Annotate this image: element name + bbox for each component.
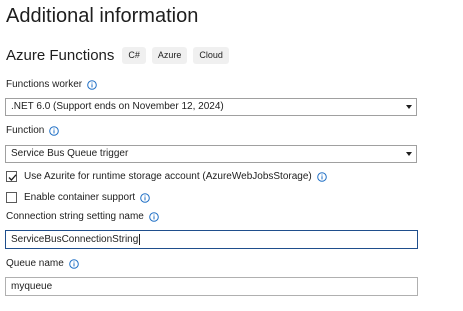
connection-string-label: Connection string setting name bbox=[6, 211, 144, 222]
connection-string-label-row: Connection string setting name bbox=[6, 211, 159, 222]
section-title: Azure Functions bbox=[6, 46, 115, 64]
info-icon[interactable] bbox=[149, 211, 159, 222]
function-selected: Service Bus Queue trigger bbox=[11, 148, 129, 159]
container-support-label: Enable container support bbox=[24, 192, 136, 203]
functions-worker-select[interactable]: .NET 6.0 (Support ends on November 12, 2… bbox=[5, 98, 417, 116]
functions-worker-selected: .NET 6.0 (Support ends on November 12, 2… bbox=[11, 101, 224, 112]
function-label: Function bbox=[6, 125, 45, 136]
queue-name-label: Queue name bbox=[6, 258, 64, 269]
tag-azure: Azure bbox=[151, 46, 188, 64]
connection-string-input[interactable]: ServiceBusConnectionString bbox=[5, 230, 418, 249]
info-icon[interactable] bbox=[316, 171, 327, 182]
tag-cloud: Cloud bbox=[193, 46, 229, 64]
page-title: Additional information bbox=[6, 5, 199, 27]
chevron-down-icon bbox=[406, 152, 412, 156]
queue-name-label-row: Queue name bbox=[6, 258, 79, 269]
text-cursor bbox=[139, 233, 141, 245]
functions-worker-label: Functions worker bbox=[6, 79, 83, 90]
use-azurite-checkbox[interactable] bbox=[6, 171, 17, 182]
queue-name-input[interactable]: myqueue bbox=[5, 277, 418, 296]
use-azurite-label: Use Azurite for runtime storage account … bbox=[24, 171, 312, 182]
tag-csharp: C# bbox=[122, 46, 146, 64]
info-icon[interactable] bbox=[49, 125, 60, 136]
check-icon bbox=[8, 174, 17, 181]
info-icon[interactable] bbox=[140, 192, 150, 203]
info-icon[interactable] bbox=[87, 79, 97, 90]
function-select[interactable]: Service Bus Queue trigger bbox=[5, 145, 417, 163]
container-support-checkbox[interactable] bbox=[6, 192, 17, 203]
info-icon[interactable] bbox=[69, 258, 79, 269]
container-support-row: Enable container support bbox=[6, 192, 150, 203]
function-label-row: Function bbox=[6, 125, 60, 136]
use-azurite-row: Use Azurite for runtime storage account … bbox=[6, 171, 327, 182]
connection-string-value: ServiceBusConnectionString bbox=[11, 234, 139, 245]
chevron-down-icon bbox=[406, 105, 412, 109]
section-header: Azure Functions C# Azure Cloud bbox=[6, 45, 235, 65]
queue-name-value: myqueue bbox=[11, 281, 53, 292]
functions-worker-label-row: Functions worker bbox=[6, 79, 97, 90]
